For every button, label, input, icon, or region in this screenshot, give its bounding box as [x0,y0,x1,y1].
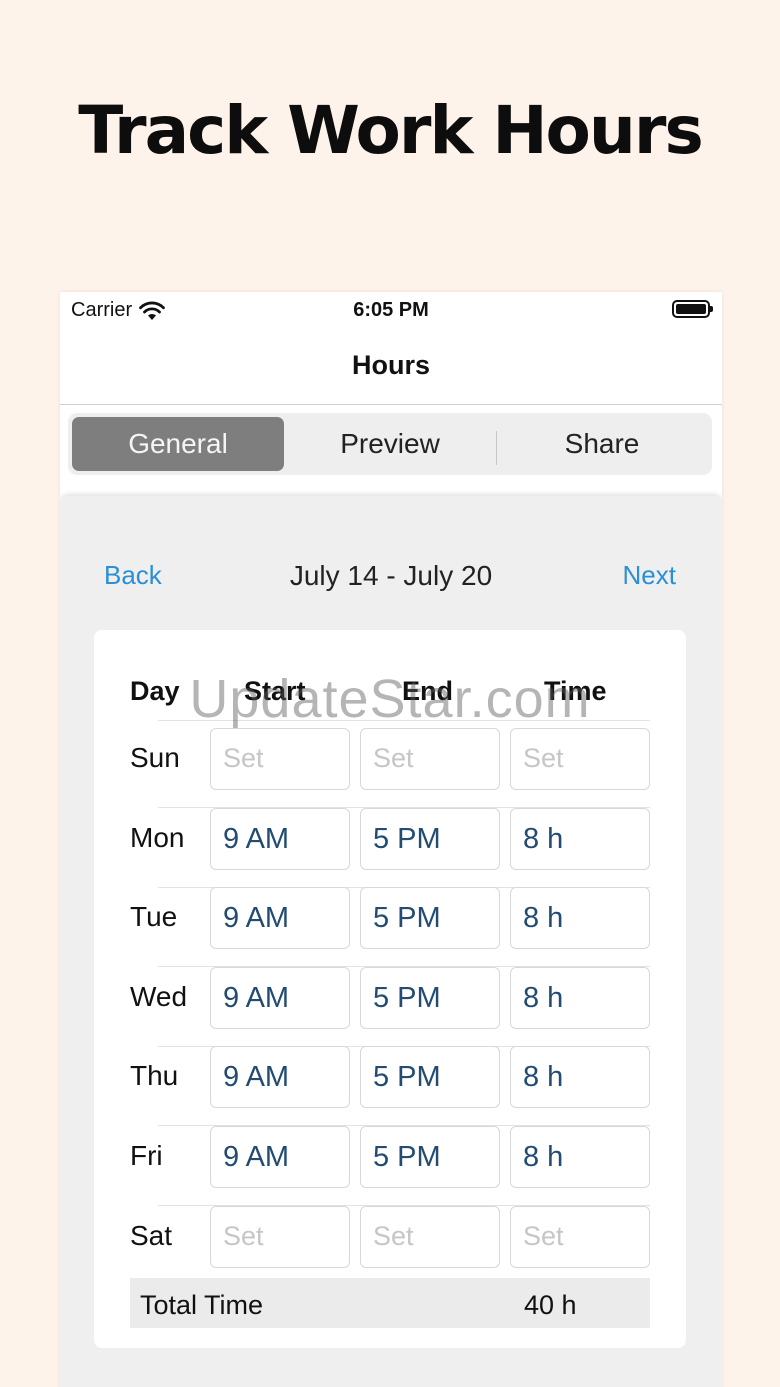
day-label: Mon [130,821,185,853]
start-field[interactable]: 9 AM [210,1046,350,1109]
table-row: Tue 9 AM 5 PM 8 h [94,887,686,968]
table-row: Thu 9 AM 5 PM 8 h [94,1046,686,1127]
time-field[interactable]: 8 h [510,966,650,1029]
segmented-control: General Preview Share [68,413,712,475]
start-field[interactable]: 9 AM [210,1126,350,1188]
start-field[interactable]: 9 AM [210,887,350,950]
phone-screen: Carrier 6:05 PM Hours General Preview Sh… [60,292,722,1387]
total-label: Total Time [140,1290,264,1320]
nav-title: Hours [351,350,430,380]
day-label: Sun [130,742,180,773]
day-label: Wed [130,980,188,1012]
time-field[interactable]: Set [510,728,650,790]
day-label: Fri [130,1140,163,1171]
promo-headline: Track Work Hours [78,92,703,169]
time-field[interactable]: 8 h [510,1046,650,1109]
status-time: 6:05 PM [353,299,429,321]
total-row: Total Time 40 h [130,1278,650,1328]
start-field[interactable]: Set [210,728,350,790]
start-field[interactable]: 9 AM [210,966,350,1029]
table-row: Sun Set Set Set [94,728,686,808]
nav-divider [60,404,722,405]
end-field[interactable]: 5 PM [360,1126,500,1188]
day-label: Sat [130,1219,173,1251]
end-field[interactable]: Set [360,728,500,790]
tab-share[interactable]: Share [496,417,708,471]
end-field[interactable]: 5 PM [360,807,500,870]
time-field[interactable]: 8 h [510,807,650,870]
end-field[interactable]: 5 PM [360,887,500,950]
week-navigator: Back July 14 - July 20 Next [60,560,722,600]
next-button[interactable]: Next [623,560,676,591]
total-value: 40 h [524,1290,577,1320]
table-row: Sat Set Set Set [94,1205,686,1286]
status-bar: Carrier 6:05 PM [60,292,722,328]
tab-general[interactable]: General [72,417,284,471]
end-field[interactable]: 5 PM [360,966,500,1029]
time-field[interactable]: Set [510,1205,650,1268]
end-field[interactable]: 5 PM [360,1046,500,1109]
watermark: UpdateStar.com [189,669,591,729]
tab-preview[interactable]: Preview [284,417,496,471]
table-row: Fri 9 AM 5 PM 8 h [94,1126,686,1206]
battery-icon [672,300,713,318]
table-row: Wed 9 AM 5 PM 8 h [94,966,686,1047]
day-label: Tue [130,901,178,933]
start-field[interactable]: Set [210,1205,350,1268]
day-label: Thu [130,1060,179,1092]
start-field[interactable]: 9 AM [210,807,350,870]
time-field[interactable]: 8 h [510,887,650,950]
table-row: Mon 9 AM 5 PM 8 h [94,807,686,888]
content-panel: Back July 14 - July 20 Next Day Start En… [60,496,722,1387]
end-field[interactable]: Set [360,1205,500,1268]
hours-table-card: Day Start End Time Sun Set Set Set Mon 9 AM 5 … [94,630,686,1348]
time-field[interactable]: 8 h [510,1126,650,1188]
